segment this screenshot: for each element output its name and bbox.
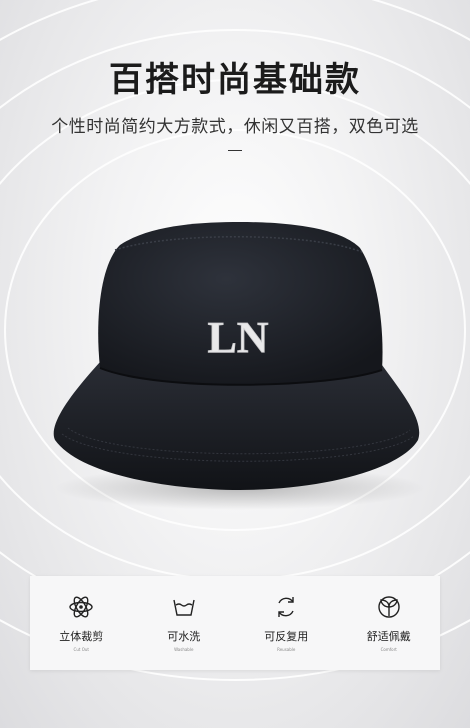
feature-comfort: 舒适佩戴 Comfort — [344, 576, 434, 652]
feature-cut-sub: Cut Out — [73, 647, 89, 652]
recycle-arrows-icon — [278, 597, 294, 617]
feature-comfort-sub: Comfort — [380, 647, 397, 652]
feature-strip: 立体裁剪 Cut Out 可水洗 Washable 可反复用 Reusable — [30, 576, 440, 670]
feature-washable-sub: Washable — [174, 647, 194, 652]
feature-cut-label: 立体裁剪 — [59, 630, 104, 643]
feature-washable-label: 可水洗 — [167, 630, 201, 643]
feature-cut: 立体裁剪 Cut Out — [36, 576, 126, 652]
feature-reusable-label: 可反复用 — [264, 630, 309, 643]
feature-comfort-label: 舒适佩戴 — [366, 630, 411, 643]
sprout-icon — [378, 596, 400, 618]
feature-reusable: 可反复用 Reusable — [241, 576, 331, 652]
wash-basin-icon — [173, 599, 195, 616]
feature-washable: 可水洗 Washable — [139, 576, 229, 652]
hat-logo: LN — [207, 313, 269, 363]
feature-reusable-sub: Reusable — [277, 647, 296, 652]
atom-icon — [69, 596, 93, 618]
svg-text:LN: LN — [207, 313, 268, 362]
